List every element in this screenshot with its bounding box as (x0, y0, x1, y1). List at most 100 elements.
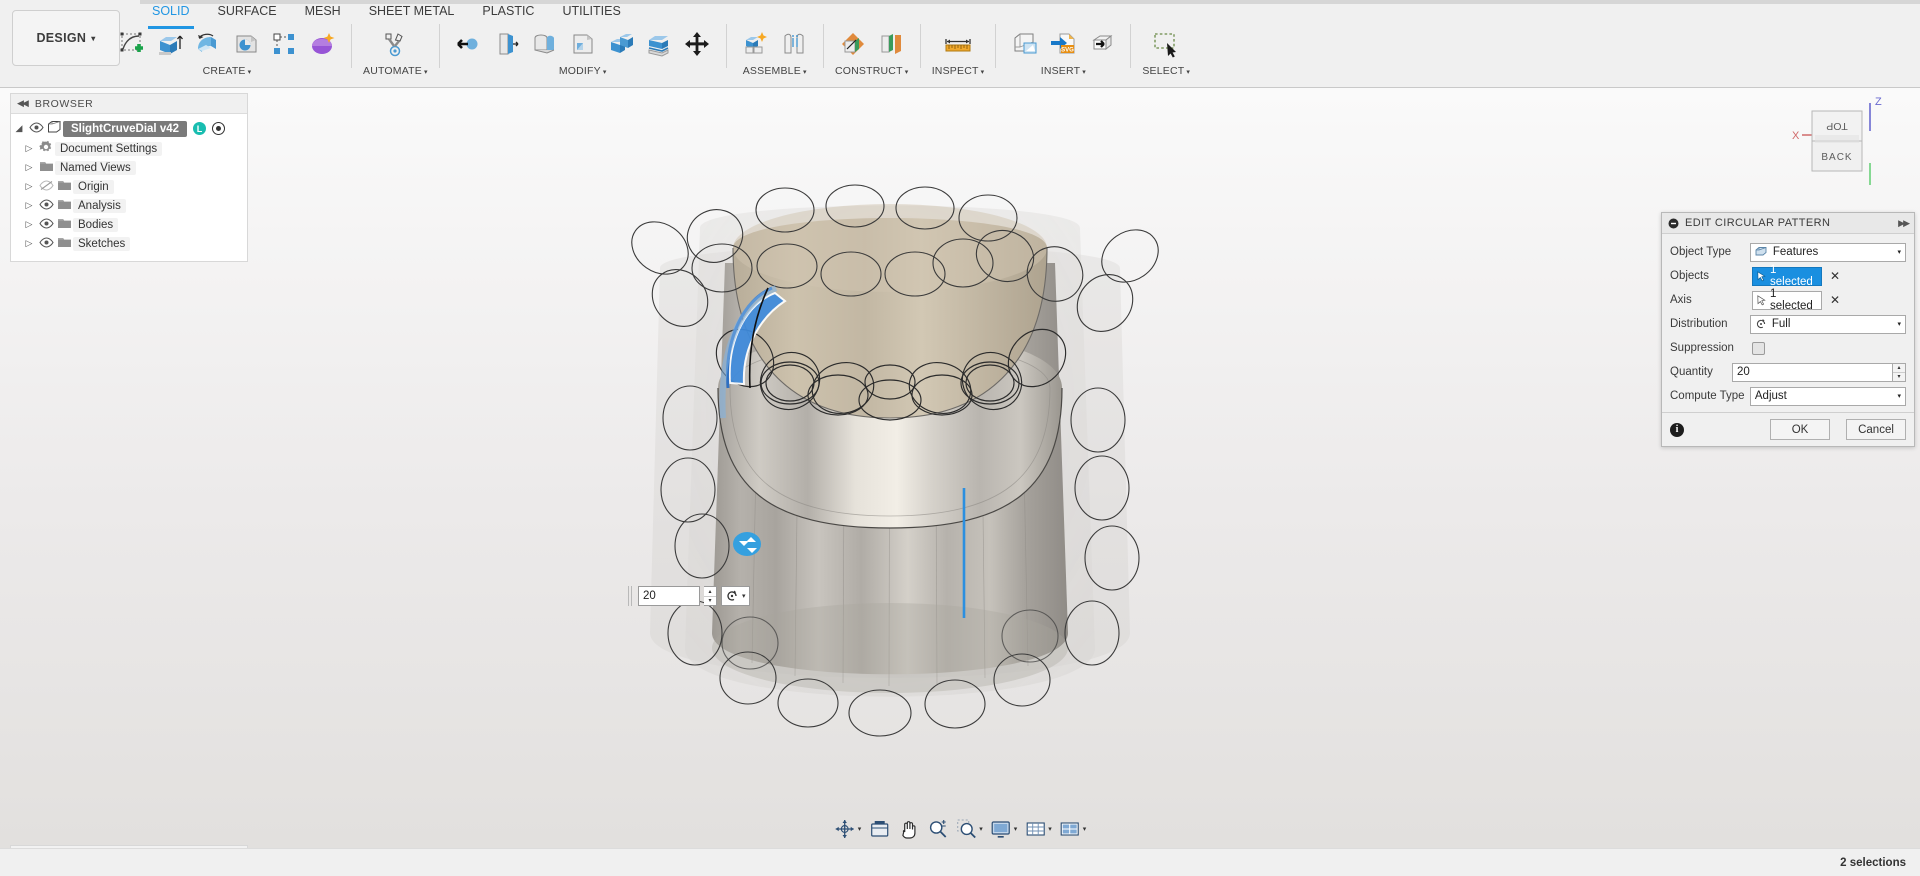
pan-hand-icon[interactable] (895, 817, 921, 841)
tab-solid[interactable]: SOLID (138, 0, 204, 29)
look-at-icon[interactable] (866, 817, 892, 841)
quantity-input[interactable]: 20 (1732, 362, 1892, 382)
move-copy-icon[interactable] (679, 25, 715, 63)
measure-icon[interactable] (938, 25, 978, 63)
viewports-icon[interactable]: ▾ (1057, 817, 1089, 841)
stepper-down-icon[interactable]: ▾ (1893, 373, 1905, 381)
expand-arrow-icon[interactable]: ▷ (21, 219, 37, 230)
insert-derive-icon[interactable] (1007, 25, 1043, 63)
ribbon-group-label-inspect[interactable]: INSPECT ▾ (932, 65, 985, 77)
tree-item-root[interactable]: ◢ SlightCruveDial v42 L (11, 118, 247, 139)
fillet-icon[interactable] (489, 25, 525, 63)
workspace-switcher-button[interactable]: DESIGN ▾ (12, 10, 120, 66)
tree-item-named-views[interactable]: ▷ Named Views (11, 158, 247, 177)
cancel-button[interactable]: Cancel (1846, 419, 1906, 440)
expand-right-icon[interactable]: ▶▶ (1898, 218, 1910, 229)
orbit-icon[interactable]: ▾ (832, 817, 864, 841)
ribbon-group-label-select[interactable]: SELECT ▾ (1142, 65, 1190, 77)
compute-type-dropdown[interactable]: Adjust ▾ (1749, 386, 1906, 406)
chevron-down-icon[interactable]: ▾ (1048, 825, 1052, 833)
widget-grip-handle[interactable] (628, 586, 634, 606)
tab-plastic[interactable]: PLASTIC (468, 0, 548, 24)
insert-mesh-icon[interactable] (1083, 25, 1119, 63)
chevron-down-icon[interactable]: ▾ (1897, 320, 1901, 328)
ribbon-group-label-modify[interactable]: MODIFY ▾ (559, 65, 607, 77)
minus-circle-icon[interactable] (1668, 218, 1679, 229)
object-type-dropdown[interactable]: Features ▾ (1749, 242, 1906, 262)
ribbon-group-label-assemble[interactable]: ASSEMBLE ▾ (743, 65, 807, 77)
visibility-eye-off-icon[interactable] (37, 179, 55, 194)
pattern-icon[interactable] (266, 25, 302, 63)
collapse-left-icon[interactable]: ◀◀ (17, 98, 29, 109)
tab-utilities[interactable]: UTILITIES (548, 0, 634, 24)
tab-surface[interactable]: SURFACE (204, 0, 291, 24)
tab-mesh[interactable]: MESH (291, 0, 355, 24)
clear-objects-icon[interactable]: ✕ (1830, 270, 1840, 282)
tree-item-document-settings[interactable]: ▷ Document Settings (11, 139, 247, 158)
sweep-icon[interactable] (228, 25, 264, 63)
expand-arrow-icon[interactable]: ◢ (11, 123, 27, 134)
activate-badge[interactable] (212, 122, 226, 135)
insert-svg-icon[interactable]: SVG (1045, 25, 1081, 63)
combine-icon[interactable] (603, 25, 639, 63)
tab-sheet-metal[interactable]: SHEET METAL (355, 0, 469, 24)
split-face-icon[interactable] (641, 25, 677, 63)
grid-snap-icon[interactable]: ▾ (1022, 817, 1054, 841)
distribution-dropdown[interactable]: Full ▾ (1749, 314, 1906, 334)
expand-arrow-icon[interactable]: ▷ (21, 200, 37, 211)
tree-item-sketches[interactable]: ▷ Sketches (11, 234, 247, 253)
info-icon[interactable]: i (1670, 422, 1684, 437)
offset-plane-icon[interactable] (835, 25, 871, 63)
tree-item-analysis[interactable]: ▷ Analysis (11, 196, 247, 215)
revolve-icon[interactable] (190, 25, 226, 63)
midplane-icon[interactable] (873, 25, 909, 63)
display-settings-icon[interactable]: ▾ (988, 817, 1020, 841)
canvas-quantity-input[interactable]: 20 (638, 586, 700, 606)
stepper-up-icon[interactable]: ▴ (1893, 364, 1905, 373)
view-cube[interactable]: Z X TOP BACK (1782, 93, 1892, 193)
clear-axis-icon[interactable]: ✕ (1830, 294, 1840, 306)
form-icon[interactable] (304, 25, 340, 63)
visibility-eye-icon[interactable] (27, 121, 45, 136)
quantity-stepper[interactable]: ▴ ▾ (1892, 362, 1906, 382)
create-sketch-icon[interactable] (114, 25, 150, 63)
ribbon-group-label-automate[interactable]: AUTOMATE ▾ (363, 65, 428, 77)
ribbon-group-label-insert[interactable]: INSERT ▾ (1041, 65, 1086, 77)
shell-icon[interactable] (527, 25, 563, 63)
extrude-icon[interactable] (152, 25, 188, 63)
ok-button[interactable]: OK (1770, 419, 1830, 440)
tree-item-origin[interactable]: ▷ Origin (11, 177, 247, 196)
ribbon-group-label-create[interactable]: CREATE ▾ (203, 65, 252, 77)
visibility-eye-icon[interactable] (37, 217, 55, 232)
zoom-window-icon[interactable]: ▾ (953, 817, 985, 841)
expand-arrow-icon[interactable]: ▷ (21, 238, 37, 249)
expand-arrow-icon[interactable]: ▷ (21, 162, 37, 173)
chevron-down-icon[interactable]: ▾ (1083, 825, 1087, 833)
axis-select-button[interactable]: 1 selected (1752, 288, 1822, 312)
objects-select-button[interactable]: 1 selected (1752, 264, 1822, 288)
chevron-down-icon[interactable]: ▾ (1897, 248, 1901, 256)
visibility-eye-icon[interactable] (37, 198, 55, 213)
automate-icon[interactable] (377, 25, 413, 63)
chevron-down-icon[interactable]: ▾ (1014, 825, 1018, 833)
suppression-checkbox[interactable] (1752, 341, 1765, 355)
joint-icon[interactable] (776, 25, 812, 63)
stepper-up-icon[interactable]: ▴ (704, 587, 716, 597)
select-window-icon[interactable] (1148, 25, 1184, 63)
canvas-quantity-stepper[interactable]: ▴ ▾ (704, 586, 717, 606)
draft-icon[interactable] (565, 25, 601, 63)
chevron-down-icon[interactable]: ▾ (742, 592, 746, 600)
chevron-down-icon[interactable]: ▾ (858, 825, 862, 833)
press-pull-icon[interactable] (451, 25, 487, 63)
expand-arrow-icon[interactable]: ▷ (21, 181, 37, 192)
tree-item-bodies[interactable]: ▷ Bodies (11, 215, 247, 234)
link-badge[interactable]: L (193, 122, 207, 135)
canvas-pattern-type-button[interactable]: ▾ (721, 586, 750, 606)
visibility-eye-icon[interactable] (37, 236, 55, 251)
chevron-down-icon[interactable]: ▾ (1897, 392, 1901, 400)
expand-arrow-icon[interactable]: ▷ (21, 143, 37, 154)
new-component-icon[interactable] (738, 25, 774, 63)
zoom-icon[interactable] (924, 817, 950, 841)
viewport-canvas[interactable]: Z X TOP BACK 20 ▴ ▾ ▾ ▾ ▾ ▾ ▾ ▾ (0, 88, 1920, 848)
ribbon-group-label-construct[interactable]: CONSTRUCT ▾ (835, 65, 908, 77)
